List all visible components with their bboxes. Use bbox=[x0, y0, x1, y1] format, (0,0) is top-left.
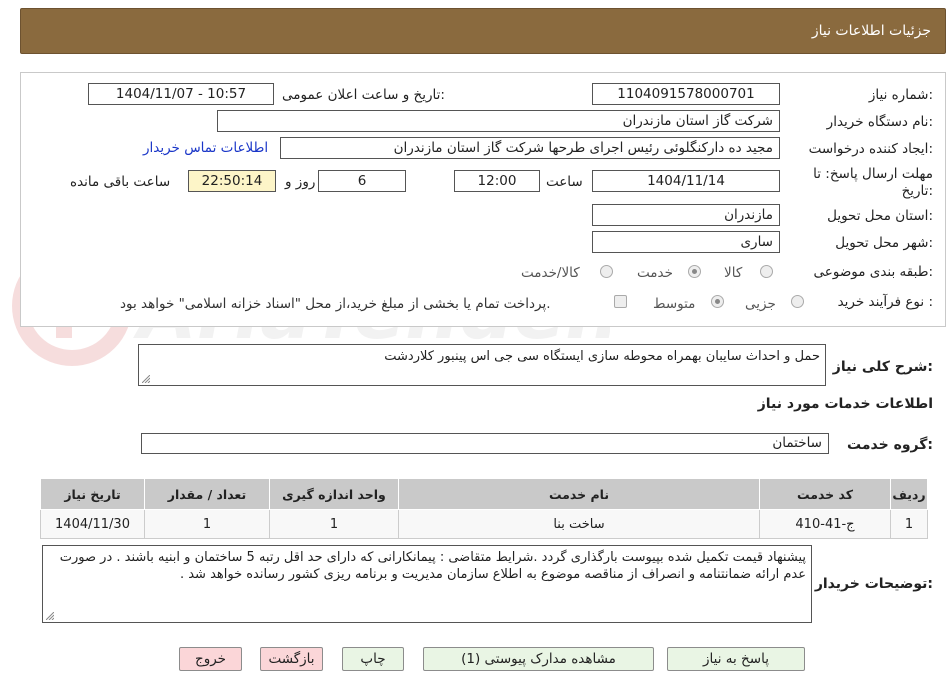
purchase-minor-label: جزیی bbox=[745, 296, 776, 312]
need-number-field: 1104091578000701 bbox=[592, 83, 780, 105]
deadline-date-label: تاریخ: bbox=[901, 183, 933, 199]
cell-quantity: 1 bbox=[144, 509, 270, 539]
deadline-date-field: 1404/11/14 bbox=[592, 170, 780, 192]
category-service-label: خدمت bbox=[637, 265, 673, 281]
province-field: مازندران bbox=[592, 204, 780, 226]
purchase-type-label: نوع فرآیند خرید : bbox=[837, 294, 933, 310]
purchase-medium-label: متوسط bbox=[653, 296, 696, 312]
column-header-service-code: کد خدمت bbox=[759, 478, 891, 510]
table-header-row: ردیف کد خدمت نام خدمت واحد اندازه گیری ت… bbox=[40, 478, 928, 510]
cell-service-code: ج-41-410 bbox=[759, 509, 891, 539]
print-button[interactable]: چاپ bbox=[342, 647, 404, 671]
cell-unit: 1 bbox=[269, 509, 399, 539]
category-goods-service-label: کالا/خدمت bbox=[521, 265, 580, 281]
category-label: طبقه بندی موضوعی: bbox=[813, 264, 933, 280]
category-goods-label: کالا bbox=[724, 265, 743, 281]
creator-label: ایجاد کننده درخواست: bbox=[808, 141, 933, 157]
back-button[interactable]: بازگشت bbox=[260, 647, 323, 671]
treasury-checkbox[interactable] bbox=[614, 295, 627, 308]
column-header-need-date: تاریخ نیاز bbox=[40, 478, 145, 510]
page-header: جزئیات اطلاعات نیاز bbox=[20, 8, 946, 54]
column-header-service-name: نام خدمت bbox=[398, 478, 760, 510]
remaining-time-field: 22:50:14 bbox=[188, 170, 276, 192]
reply-to-need-button[interactable]: پاسخ به نیاز bbox=[667, 647, 805, 671]
view-attachments-button[interactable]: مشاهده مدارک پیوستی (1) bbox=[423, 647, 654, 671]
buyer-notes-textarea[interactable]: پیشنهاد قیمت تکمیل شده بپیوست بارگذاری گ… bbox=[42, 545, 812, 623]
services-section-title: اطلاعات خدمات مورد نیاز bbox=[757, 396, 933, 412]
column-header-quantity: تعداد / مقدار bbox=[144, 478, 270, 510]
province-label: استان محل تحویل: bbox=[827, 208, 933, 224]
city-label: شهر محل تحویل: bbox=[835, 235, 933, 251]
cell-row-number: 1 bbox=[890, 509, 928, 539]
service-group-label: گروه خدمت: bbox=[847, 437, 933, 453]
cell-need-date: 1404/11/30 bbox=[40, 509, 145, 539]
city-field: ساری bbox=[592, 231, 780, 253]
purchase-medium-radio[interactable] bbox=[711, 295, 724, 308]
announce-datetime-label: تاریخ و ساعت اعلان عمومی: bbox=[282, 87, 445, 103]
need-number-label: شماره نیاز: bbox=[868, 87, 933, 103]
category-goods-radio[interactable] bbox=[760, 265, 773, 278]
column-header-unit: واحد اندازه گیری bbox=[269, 478, 399, 510]
service-group-field: ساختمان bbox=[141, 433, 829, 454]
category-goods-service-radio[interactable] bbox=[600, 265, 613, 278]
deadline-label: مهلت ارسال پاسخ: تا bbox=[813, 166, 933, 182]
cell-service-name: ساخت بنا bbox=[398, 509, 760, 539]
buyer-notes-text: پیشنهاد قیمت تکمیل شده بپیوست بارگذاری گ… bbox=[59, 550, 806, 582]
description-text: حمل و احداث سایبان بهمراه محوطه سازی ایس… bbox=[384, 349, 820, 364]
table-row: 1 ج-41-410 ساخت بنا 1 1 1404/11/30 bbox=[40, 509, 928, 539]
announce-datetime-field: 1404/11/07 - 10:57 bbox=[88, 83, 274, 105]
resize-grip-icon[interactable] bbox=[46, 612, 54, 620]
page-title: جزئیات اطلاعات نیاز bbox=[811, 23, 931, 39]
purchase-minor-radio[interactable] bbox=[791, 295, 804, 308]
days-remaining-field: 6 bbox=[318, 170, 406, 192]
exit-button[interactable]: خروج bbox=[179, 647, 242, 671]
deadline-time-label: ساعت bbox=[546, 174, 583, 190]
services-table: ردیف کد خدمت نام خدمت واحد اندازه گیری ت… bbox=[40, 478, 928, 539]
resize-grip-icon[interactable] bbox=[142, 375, 150, 383]
buyer-org-field: شرکت گاز استان مازندران bbox=[217, 110, 780, 132]
buyer-contact-link[interactable]: اطلاعات تماس خریدار bbox=[143, 140, 268, 156]
description-label: شرح کلی نیاز: bbox=[832, 359, 933, 375]
deadline-time-field: 12:00 bbox=[454, 170, 540, 192]
treasury-note: پرداخت تمام یا بخشی از مبلغ خرید،از محل … bbox=[120, 296, 551, 312]
remaining-time-label: ساعت باقی مانده bbox=[70, 174, 171, 190]
creator-field: مجید ده دارکنگلوئی رئیس اجرای طرحها شرکت… bbox=[280, 137, 780, 159]
description-textarea[interactable]: حمل و احداث سایبان بهمراه محوطه سازی ایس… bbox=[138, 344, 826, 386]
buyer-org-label: نام دستگاه خریدار: bbox=[826, 114, 933, 130]
column-header-row-number: ردیف bbox=[890, 478, 928, 510]
buyer-notes-label: توضیحات خریدار: bbox=[814, 576, 933, 592]
days-label: روز و bbox=[285, 174, 316, 190]
category-service-radio[interactable] bbox=[688, 265, 701, 278]
